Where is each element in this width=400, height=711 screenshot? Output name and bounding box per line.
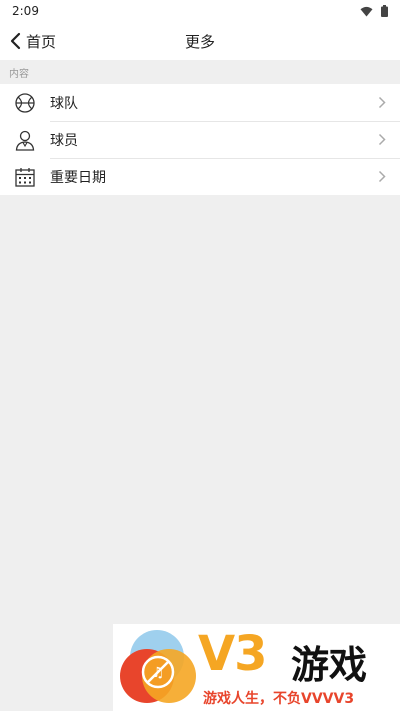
wifi-icon <box>360 6 373 16</box>
music-logo-icon: ♫ <box>120 630 196 703</box>
chevron-right-icon <box>378 96 386 109</box>
section-header: 内容 <box>0 60 400 84</box>
page-title: 更多 <box>184 32 215 51</box>
status-bar: 2:09 <box>0 0 400 22</box>
menu-item-label: 球员 <box>50 132 78 149</box>
chevron-right-icon <box>378 170 386 183</box>
menu-item-players[interactable]: 球员 <box>0 121 400 158</box>
menu-item-teams[interactable]: 球队 <box>0 84 400 121</box>
chevron-left-icon <box>10 32 21 50</box>
menu-item-important-dates[interactable]: 重要日期 <box>0 158 400 195</box>
watermark-logo: ♫ V3 游戏 游戏人生，不负VVVV3 <box>113 624 400 711</box>
status-time: 2:09 <box>12 4 39 18</box>
navigation-bar: 首页 更多 <box>0 22 400 60</box>
back-button[interactable]: 首页 <box>10 22 56 60</box>
chevron-right-icon <box>378 133 386 146</box>
watermark-slogan: 游戏人生，不负VVVV3 <box>203 691 355 707</box>
menu-list: 球队 球员 重要日期 <box>0 84 400 195</box>
calendar-icon <box>14 166 36 188</box>
watermark-brand-suffix: 游戏 <box>291 643 368 687</box>
battery-icon <box>381 5 388 17</box>
menu-item-label: 球队 <box>50 95 78 112</box>
watermark-brand: V3 <box>198 626 268 682</box>
basketball-icon <box>14 92 36 114</box>
back-button-label: 首页 <box>26 32 57 51</box>
svg-text:♫: ♫ <box>152 665 165 681</box>
player-icon <box>14 129 36 151</box>
status-icons <box>360 5 388 17</box>
menu-item-label: 重要日期 <box>50 169 106 186</box>
